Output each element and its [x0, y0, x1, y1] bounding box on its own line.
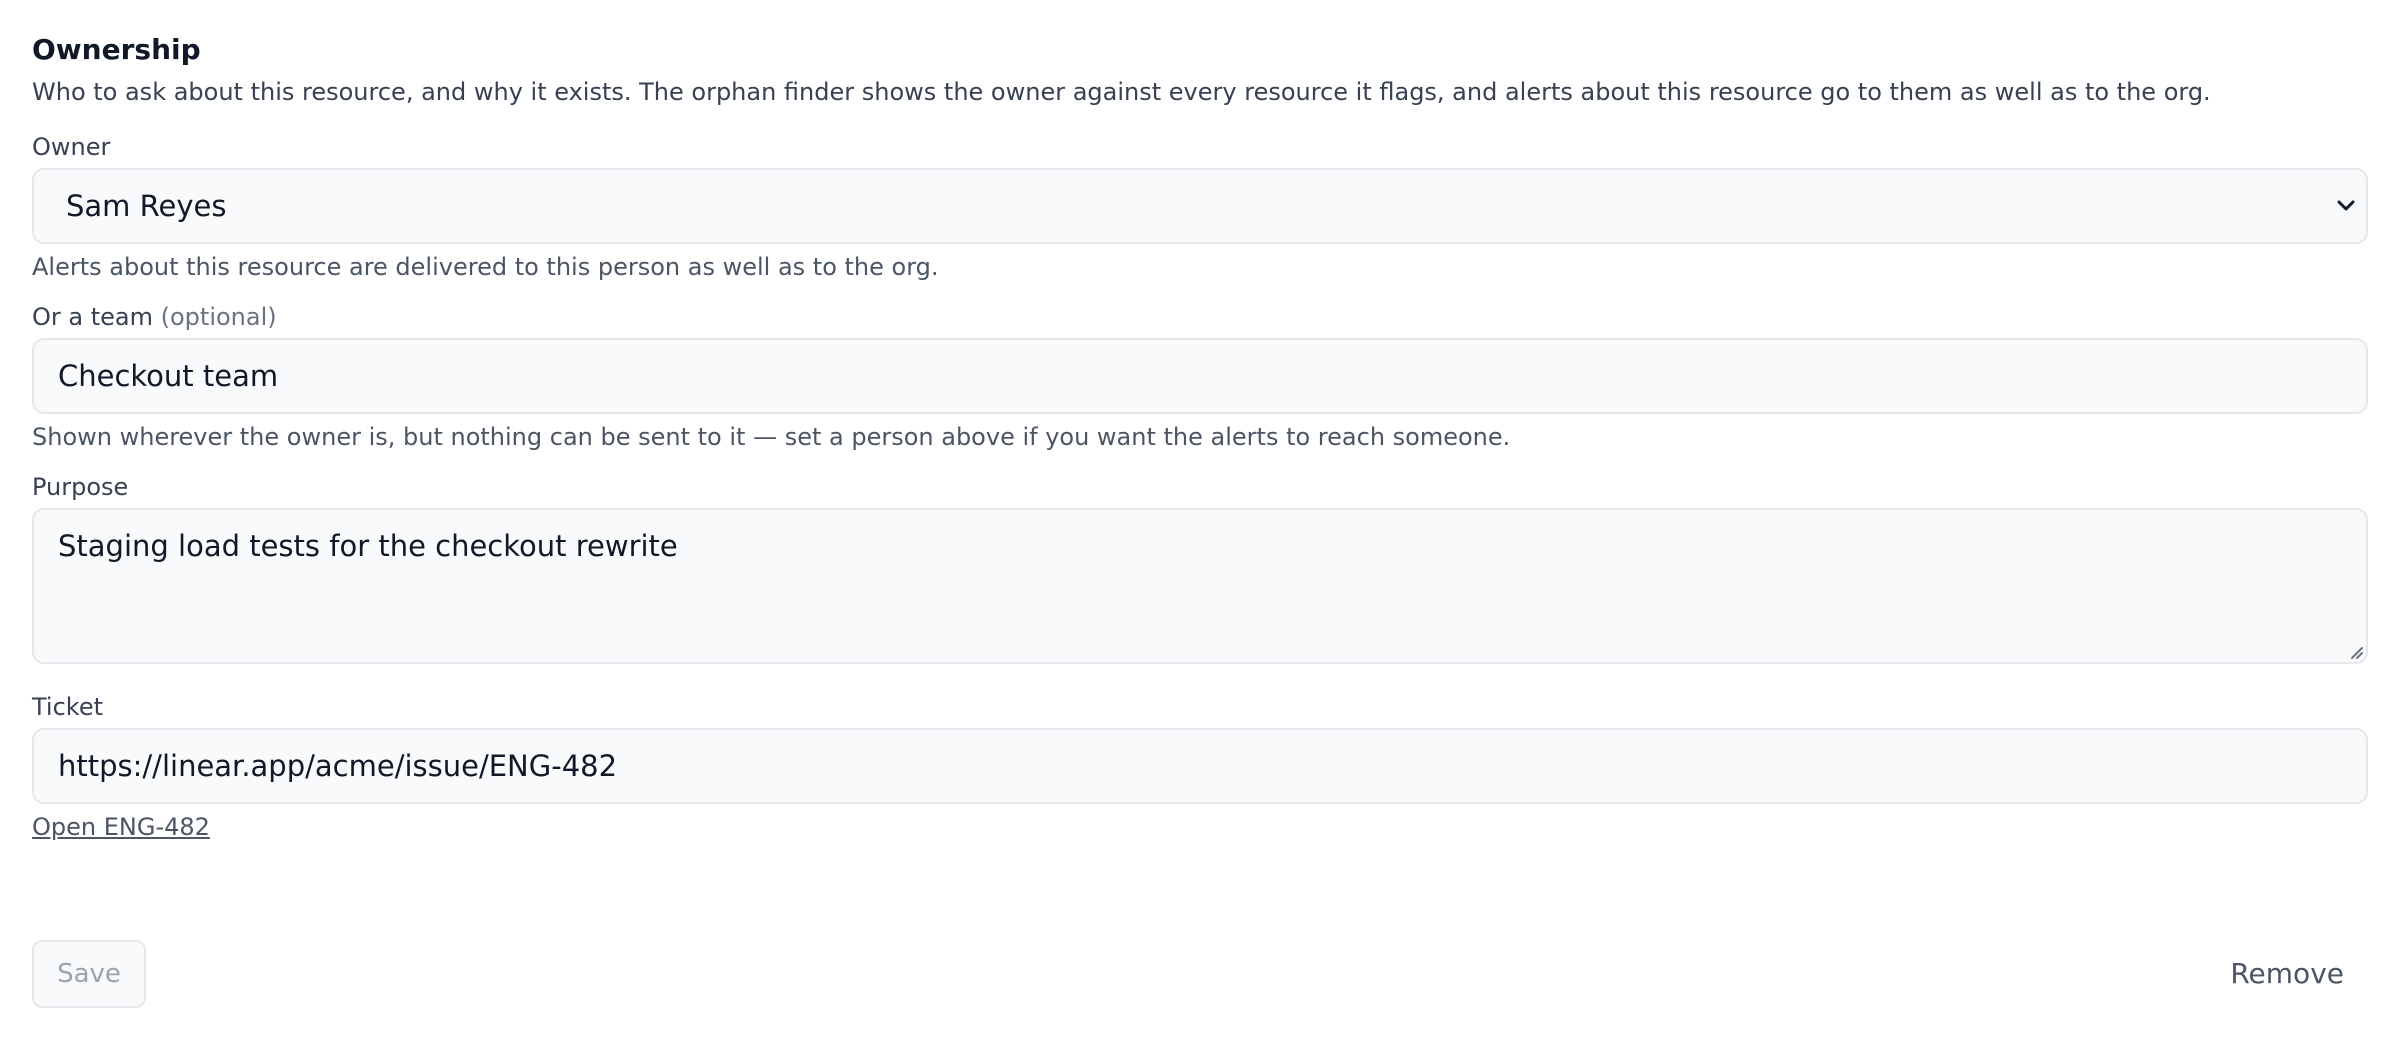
- ticket-input[interactable]: https://linear.app/acme/issue/ENG-482: [32, 728, 2368, 804]
- owner-select[interactable]: Sam Reyes: [32, 168, 2368, 244]
- team-label: Or a team (optional): [32, 300, 2368, 334]
- resize-grip-icon[interactable]: [2346, 642, 2364, 660]
- owner-select-value: Sam Reyes: [66, 189, 227, 223]
- owner-label: Owner: [32, 133, 111, 161]
- ticket-label: Ticket: [32, 693, 104, 721]
- section-title: Ownership: [32, 33, 201, 66]
- ticket-input-value: https://linear.app/acme/issue/ENG-482: [58, 749, 618, 783]
- team-optional-tag: (optional): [160, 303, 277, 331]
- form-actions: Save Remove: [32, 940, 2368, 1008]
- owner-hint: Alerts about this resource are delivered…: [32, 253, 939, 281]
- team-input-value: Checkout team: [58, 359, 279, 393]
- team-label-text: Or a team: [32, 303, 153, 331]
- team-hint: Shown wherever the owner is, but nothing…: [32, 423, 1511, 451]
- team-input[interactable]: Checkout team: [32, 338, 2368, 414]
- purpose-label: Purpose: [32, 473, 129, 501]
- remove-button[interactable]: Remove: [2230, 940, 2344, 1008]
- chevron-down-icon: [2337, 200, 2355, 211]
- save-button[interactable]: Save: [32, 940, 146, 1008]
- ticket-link-row: Open ENG-482: [32, 810, 2368, 844]
- purpose-textarea-value: Staging load tests for the checkout rewr…: [58, 529, 678, 563]
- section-description: Who to ask about this resource, and why …: [32, 78, 2211, 106]
- ownership-panel: Ownership Who to ask about this resource…: [32, 28, 2368, 1008]
- purpose-textarea[interactable]: Staging load tests for the checkout rewr…: [32, 508, 2368, 664]
- open-ticket-link[interactable]: Open ENG-482: [32, 810, 210, 844]
